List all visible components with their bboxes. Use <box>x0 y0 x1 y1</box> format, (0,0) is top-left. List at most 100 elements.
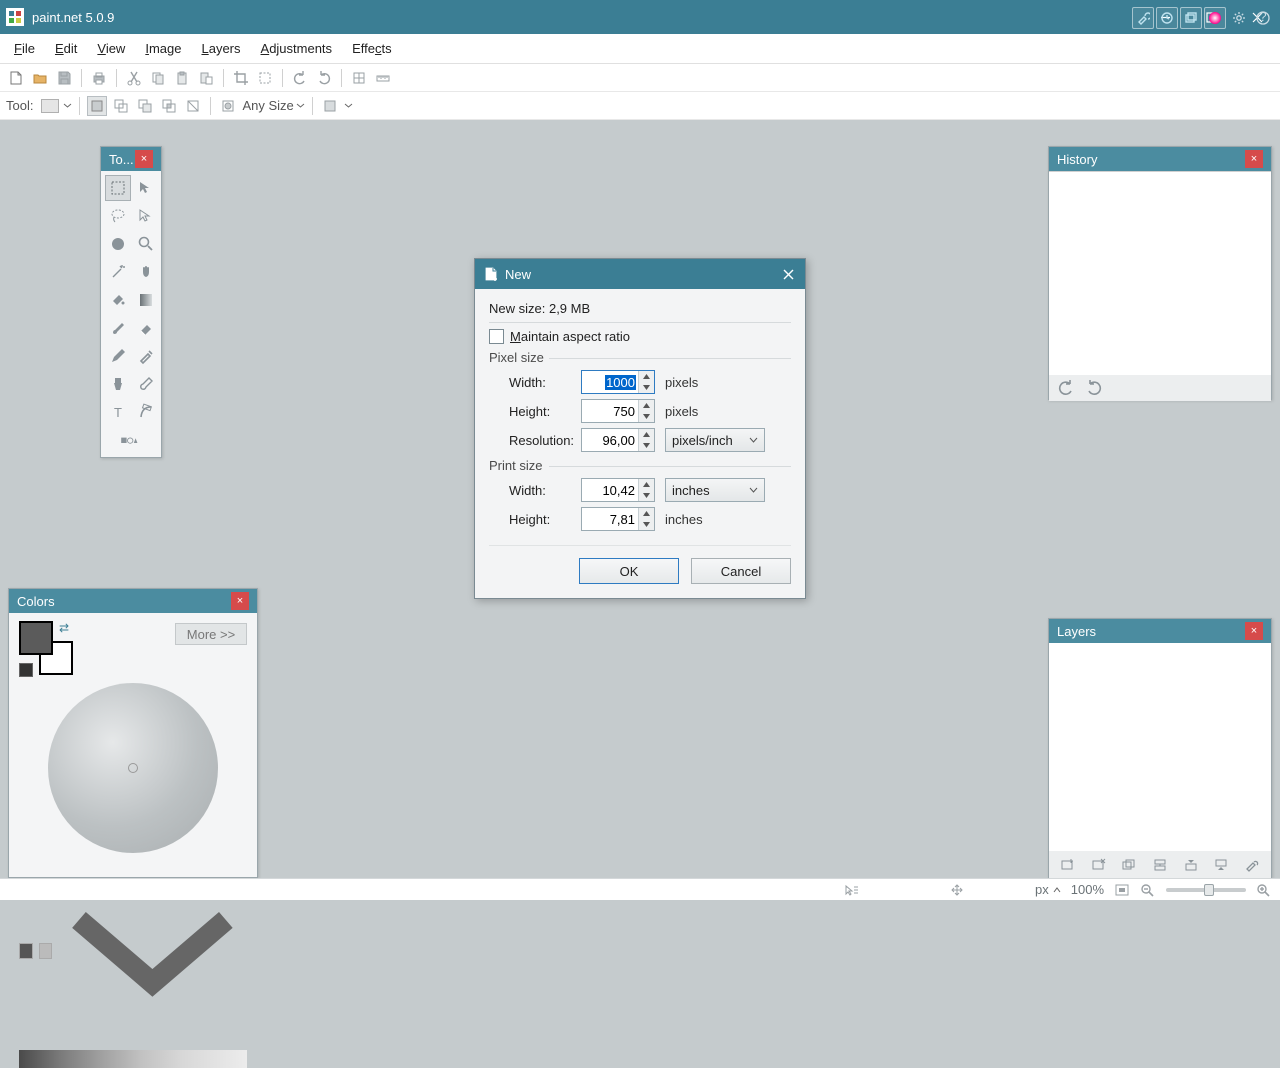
spinner-down-icon[interactable] <box>639 382 654 393</box>
eraser-tool[interactable] <box>133 315 159 341</box>
sampling-dropdown-icon[interactable] <box>344 101 353 110</box>
print-unit-select[interactable]: inches <box>665 478 765 502</box>
layers-panel-close-icon[interactable]: × <box>1245 622 1263 640</box>
pencil-tool[interactable] <box>105 343 131 369</box>
history-redo-icon[interactable] <box>1085 379 1103 398</box>
spinner-down-icon[interactable] <box>639 411 654 422</box>
cut-icon[interactable] <box>124 68 144 88</box>
tools-panel-toggle-icon[interactable] <box>1132 7 1154 29</box>
menu-image[interactable]: Image <box>135 37 191 60</box>
default-colors-icon[interactable] <box>19 663 33 677</box>
resolution-input[interactable] <box>581 428 655 452</box>
tools-panel-close-icon[interactable]: × <box>135 150 153 168</box>
settings-icon[interactable] <box>1228 7 1250 29</box>
fit-window-icon[interactable] <box>1114 883 1130 897</box>
colors-panel-header[interactable]: Colors × <box>9 589 257 613</box>
maintain-aspect-checkbox[interactable]: Maintain aspect ratio <box>489 329 791 344</box>
palette-swatch[interactable] <box>19 943 33 959</box>
zoom-slider-thumb[interactable] <box>1204 884 1214 896</box>
layers-panel-toggle-icon[interactable] <box>1180 7 1202 29</box>
move-layer-up-icon[interactable] <box>1181 856 1201 874</box>
history-panel-toggle-icon[interactable] <box>1156 7 1178 29</box>
rectangle-select-tool[interactable] <box>105 175 131 201</box>
print-height-input[interactable] <box>581 507 655 531</box>
ruler-icon[interactable] <box>373 68 393 88</box>
paste-icon[interactable] <box>172 68 192 88</box>
history-panel-close-icon[interactable]: × <box>1245 150 1263 168</box>
colors-panel-toggle-icon[interactable] <box>1204 7 1226 29</box>
gradient-tool[interactable] <box>133 287 159 313</box>
menu-file[interactable]: File <box>4 37 45 60</box>
spinner-up-icon[interactable] <box>639 479 654 490</box>
menu-edit[interactable]: Edit <box>45 37 87 60</box>
text-tool[interactable]: T <box>105 399 131 425</box>
new-file-icon[interactable] <box>6 68 26 88</box>
size-combo[interactable]: Any Size <box>242 98 304 113</box>
add-layer-icon[interactable] <box>1058 856 1078 874</box>
layers-panel-header[interactable]: Layers × <box>1049 619 1271 643</box>
lasso-select-tool[interactable] <box>105 203 131 229</box>
delete-layer-icon[interactable] <box>1089 856 1109 874</box>
paint-bucket-tool[interactable] <box>105 287 131 313</box>
zoom-out-icon[interactable] <box>1140 883 1156 897</box>
dialog-close-icon[interactable] <box>779 265 797 283</box>
selmode-add-icon[interactable] <box>111 96 131 116</box>
selmode-subtract-icon[interactable] <box>135 96 155 116</box>
tool-swatch[interactable] <box>41 99 59 113</box>
zoom-slider[interactable] <box>1166 888 1246 892</box>
move-selected-pixels-tool[interactable] <box>133 203 159 229</box>
ellipse-select-tool[interactable] <box>105 231 131 257</box>
line-curve-tool[interactable] <box>133 399 159 425</box>
save-file-icon[interactable] <box>54 68 74 88</box>
unit-selector[interactable]: px <box>1035 882 1061 897</box>
pan-tool[interactable] <box>133 259 159 285</box>
open-file-icon[interactable] <box>30 68 50 88</box>
menu-effects[interactable]: Effects <box>342 37 402 60</box>
magic-wand-tool[interactable] <box>105 259 131 285</box>
spinner-up-icon[interactable] <box>639 508 654 519</box>
history-undo-icon[interactable] <box>1057 379 1075 398</box>
value-slider[interactable] <box>19 1050 247 1068</box>
ok-button[interactable]: OK <box>579 558 679 584</box>
spinner-up-icon[interactable] <box>639 429 654 440</box>
primary-secondary-swatch[interactable]: ⇄ <box>19 621 75 677</box>
spinner-up-icon[interactable] <box>639 371 654 382</box>
color-wheel[interactable] <box>48 683 218 853</box>
crop-icon[interactable] <box>231 68 251 88</box>
primary-color-swatch[interactable] <box>19 621 53 655</box>
zoom-in-icon[interactable] <box>1256 883 1272 897</box>
colors-more-button[interactable]: More >> <box>175 623 247 645</box>
redo-icon[interactable] <box>314 68 334 88</box>
menu-layers[interactable]: Layers <box>191 37 250 60</box>
merge-down-icon[interactable] <box>1150 856 1170 874</box>
color-picker-tool[interactable] <box>133 343 159 369</box>
resolution-unit-select[interactable]: pixels/inch <box>665 428 765 452</box>
tools-panel-header[interactable]: To... × <box>101 147 161 171</box>
move-layer-down-icon[interactable] <box>1211 856 1231 874</box>
selmode-invert-icon[interactable] <box>183 96 203 116</box>
copy-icon[interactable] <box>148 68 168 88</box>
menu-view[interactable]: View <box>87 37 135 60</box>
shapes-tool[interactable] <box>109 427 149 453</box>
tool-dropdown-icon[interactable] <box>63 101 72 110</box>
grid-icon[interactable] <box>349 68 369 88</box>
selmode-replace-icon[interactable] <box>87 96 107 116</box>
duplicate-layer-icon[interactable] <box>1119 856 1139 874</box>
print-width-input[interactable] <box>581 478 655 502</box>
history-panel-header[interactable]: History × <box>1049 147 1271 171</box>
paintbrush-tool[interactable] <box>105 315 131 341</box>
spinner-down-icon[interactable] <box>639 490 654 501</box>
colors-panel-close-icon[interactable]: × <box>231 592 249 610</box>
sampling-icon[interactable] <box>320 96 340 116</box>
menu-adjustments[interactable]: Adjustments <box>251 37 343 60</box>
recolor-tool[interactable] <box>133 371 159 397</box>
deselect-icon[interactable] <box>255 68 275 88</box>
zoom-level[interactable]: 100% <box>1071 882 1104 897</box>
move-selection-tool[interactable] <box>133 175 159 201</box>
spinner-up-icon[interactable] <box>639 400 654 411</box>
spinner-down-icon[interactable] <box>639 440 654 451</box>
pixel-width-input[interactable]: 1000 <box>581 370 655 394</box>
layer-properties-icon[interactable] <box>1242 856 1262 874</box>
undo-icon[interactable] <box>290 68 310 88</box>
dialog-header[interactable]: New <box>475 259 805 289</box>
